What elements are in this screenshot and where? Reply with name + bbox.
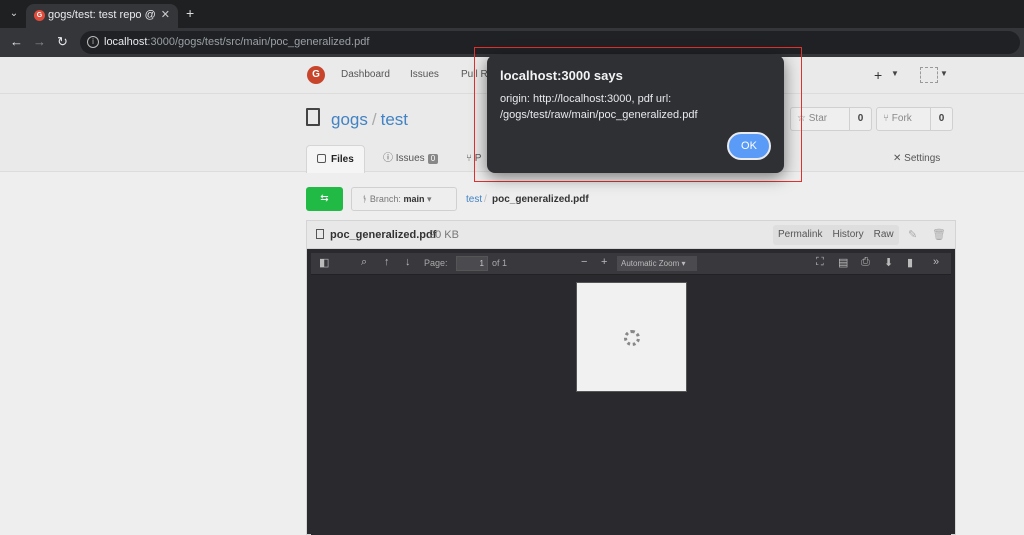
zoom-select[interactable]: Automatic Zoom ▾ [617, 256, 697, 271]
tab-close-icon[interactable]: ✕ [161, 8, 170, 21]
dialog-title: localhost:3000 says [500, 68, 623, 83]
breadcrumb-file: poc_generalized.pdf [492, 194, 589, 205]
star-button[interactable]: ☆ Star 0 [790, 107, 872, 131]
chevron-down-icon: ▾ [681, 259, 686, 268]
back-arrow-icon[interactable]: ← [10, 34, 23, 50]
new-tab-button[interactable]: + [186, 5, 194, 21]
tab-issues[interactable]: ⓘ Issues 0 [383, 145, 439, 173]
file-name: poc_generalized.pdf [330, 229, 437, 241]
tab-files-label: Files [331, 154, 354, 165]
history-button[interactable]: History [827, 229, 868, 240]
fork-button[interactable]: ⑂ Fork 0 [876, 107, 953, 131]
presentation-mode-icon[interactable]: ⛶ [816, 256, 824, 269]
fork-label: Fork [891, 113, 912, 124]
zoom-in-icon[interactable]: + [601, 256, 607, 268]
previous-page-icon[interactable]: ↑ [384, 256, 390, 268]
pdf-page [576, 282, 687, 392]
branch-icon: ᚬ [362, 194, 370, 204]
url-path: :3000/gogs/test/src/main/poc_generalized… [147, 36, 370, 48]
repo-name-link[interactable]: test [381, 110, 408, 129]
tab-files[interactable]: Files [306, 145, 365, 173]
alert-dialog: localhost:3000 says origin: http://local… [487, 55, 784, 173]
url-host: localhost [104, 36, 148, 48]
permalink-button[interactable]: Permalink [773, 229, 827, 240]
tab-title: gogs/test: test repo @ m [48, 9, 158, 21]
file-viewer: poc_generalized.pdf 20 KB Permalink Histo… [306, 220, 956, 535]
create-caret-icon[interactable]: ▼ [891, 69, 899, 78]
tools-menu-icon[interactable]: » [933, 256, 939, 268]
tab-search-chevron-icon[interactable]: ⌄ [6, 6, 22, 22]
branch-name: main [403, 194, 425, 204]
avatar[interactable] [920, 67, 938, 83]
chevron-down-icon: ▾ [426, 194, 432, 204]
edit-pencil-icon[interactable]: ✎ [908, 228, 917, 241]
create-new-plus-icon[interactable]: + [874, 67, 882, 83]
repo-book-icon [306, 108, 320, 126]
issues-count-badge: 0 [427, 154, 439, 164]
breadcrumb-separator: / [484, 194, 487, 205]
gogs-logo-icon[interactable]: G [307, 66, 325, 84]
branch-prefix: Branch: [369, 194, 401, 204]
star-count[interactable]: 0 [849, 108, 871, 130]
branch-dropdown[interactable]: ᚬ Branch: main ▾ [351, 187, 457, 211]
bookmark-icon[interactable]: ▮ [907, 256, 913, 269]
compare-button[interactable]: ⇆ [306, 187, 343, 211]
tools-icon: ✕ [893, 153, 905, 164]
page-number-input[interactable]: 1 [456, 256, 488, 271]
breadcrumb-repo-link[interactable]: test [466, 194, 482, 205]
tab-issues-label: Issues [395, 153, 425, 164]
browser-tab[interactable]: G gogs/test: test repo @ m ✕ [26, 4, 178, 28]
file-header: poc_generalized.pdf 20 KB Permalink Histo… [307, 221, 955, 249]
gogs-favicon-icon: G [34, 10, 45, 21]
repo-separator: / [371, 110, 377, 129]
dialog-message: origin: http://localhost:3000, pdf url: … [500, 93, 698, 121]
forward-arrow-icon[interactable]: → [33, 34, 46, 50]
avatar-caret-icon[interactable]: ▼ [940, 69, 948, 78]
issue-icon: ⓘ [383, 153, 396, 164]
file-toolbar: ⇆ ᚬ Branch: main ▾ test / poc_generalize… [0, 185, 1024, 213]
reload-icon[interactable]: ↻ [57, 34, 68, 50]
tab-settings-label: Settings [904, 153, 941, 164]
zoom-out-icon[interactable]: − [581, 256, 587, 268]
pdf-toolbar: ◧ ⌕ ↑ ↓ Page: 1 of 1 − + Automatic Zoom … [311, 253, 951, 275]
file-actions: Permalink History Raw [773, 225, 899, 245]
file-size: 20 KB [429, 229, 459, 241]
sidebar-toggle-icon[interactable]: ◧ [319, 256, 329, 269]
loading-spinner-icon [624, 330, 640, 346]
site-info-icon[interactable]: i [87, 36, 99, 48]
repo-owner-link[interactable]: gogs [331, 110, 368, 129]
next-page-icon[interactable]: ↓ [405, 256, 411, 268]
raw-button[interactable]: Raw [869, 229, 899, 240]
zoom-value: Automatic Zoom [621, 259, 680, 268]
print-icon[interactable]: ⎙ [861, 256, 870, 269]
fork-icon: ⑂ [883, 113, 892, 124]
nav-issues[interactable]: Issues [410, 69, 439, 80]
pdf-viewer-area[interactable] [311, 275, 951, 535]
browser-tab-bar: ⌄ G gogs/test: test repo @ m ✕ + [0, 0, 1024, 28]
pdf-search-icon[interactable]: ⌕ [361, 256, 367, 269]
nav-dashboard[interactable]: Dashboard [341, 69, 390, 80]
tab-settings[interactable]: ✕ Settings [893, 145, 940, 173]
star-label: Star [808, 113, 828, 124]
page-count: of 1 [492, 258, 508, 268]
page-label: Page: [424, 258, 448, 268]
repo-title: gogs / test [331, 110, 408, 130]
url-text: localhost:3000/gogs/test/src/main/poc_ge… [104, 36, 369, 48]
ok-button[interactable]: OK [727, 132, 771, 160]
open-file-icon[interactable]: ▤ [838, 256, 848, 269]
download-icon[interactable]: ⬇ [884, 256, 893, 269]
fork-count[interactable]: 0 [930, 108, 952, 130]
file-icon [317, 154, 326, 163]
delete-trash-icon[interactable]: 🗑 [932, 228, 946, 241]
pdf-file-icon [316, 229, 324, 239]
